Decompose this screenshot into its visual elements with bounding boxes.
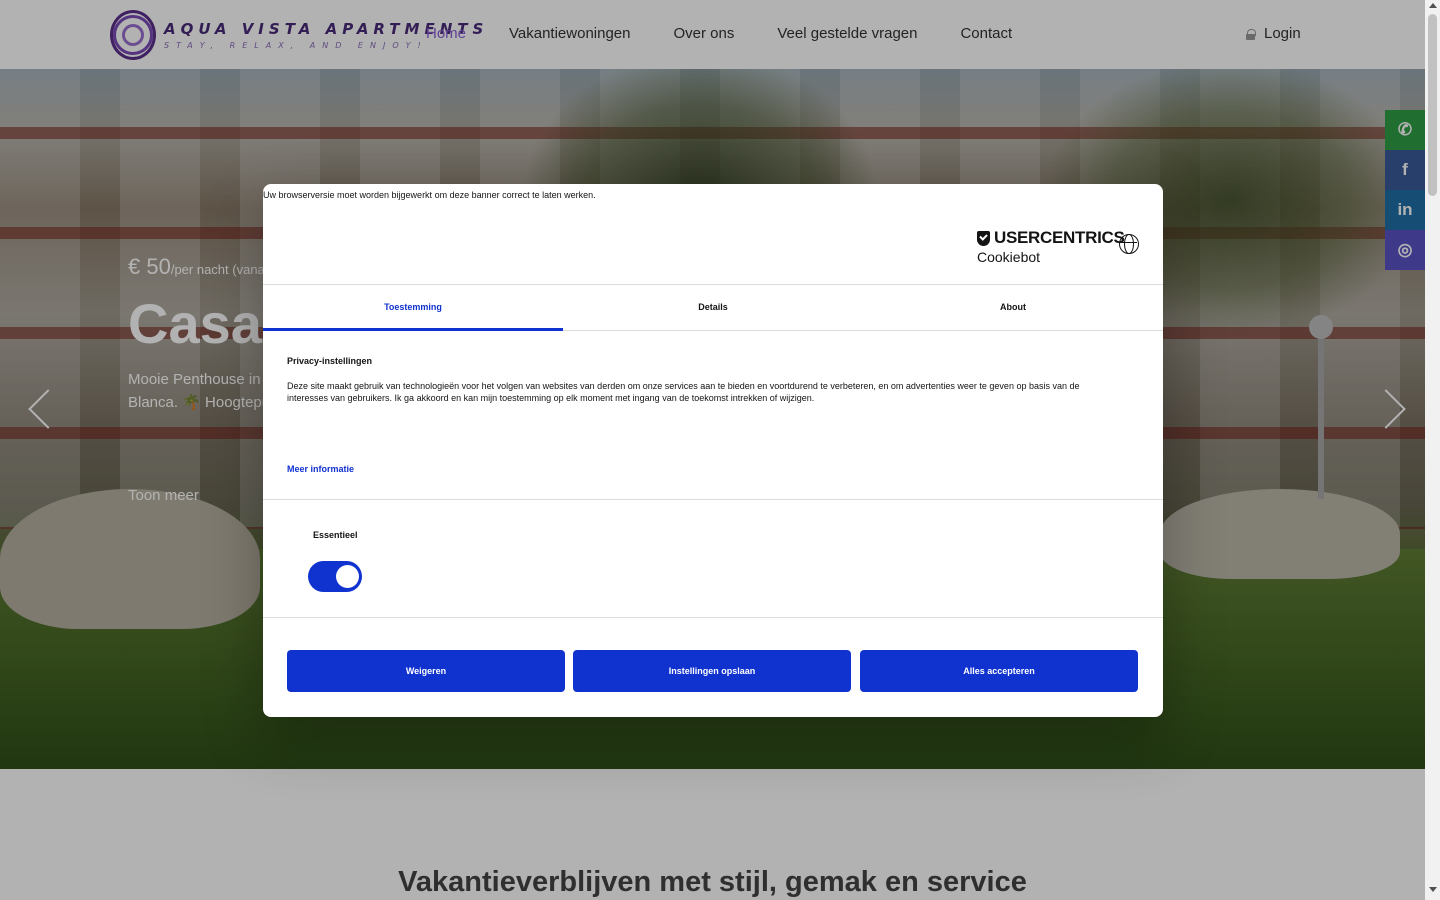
brand-text: USERCENTRICS	[994, 228, 1125, 247]
product-name: Cookiebot	[977, 249, 1041, 265]
tab-toestemming[interactable]: Toestemming	[263, 285, 563, 331]
cookie-dialog: Uw browserversie moet worden bijgewerkt …	[263, 184, 1163, 717]
deny-button[interactable]: Weigeren	[287, 650, 565, 692]
globe-icon[interactable]	[1119, 234, 1139, 254]
tab-details[interactable]: Details	[563, 285, 863, 330]
scroll-up-icon[interactable]	[1429, 3, 1437, 8]
page-scrollbar[interactable]	[1425, 0, 1440, 900]
more-info-link[interactable]: Meer informatie	[287, 464, 354, 474]
save-settings-button[interactable]: Instellingen opslaan	[573, 650, 851, 692]
scroll-thumb[interactable]	[1428, 14, 1437, 196]
browser-warning: Uw browserversie moet worden bijgewerkt …	[263, 190, 596, 200]
essential-label: Essentieel	[313, 530, 358, 540]
cookie-tabs: Toestemming Details About	[263, 284, 1163, 331]
essential-toggle[interactable]	[308, 561, 362, 592]
privacy-text: Deze site maakt gebruik van technologieë…	[287, 381, 1080, 403]
toggle-knob	[336, 565, 359, 588]
divider	[263, 617, 1163, 618]
scroll-down-icon[interactable]	[1429, 887, 1437, 892]
accept-all-button[interactable]: Alles accepteren	[860, 650, 1138, 692]
cookiebot-logo: USERCENTRICS Cookiebot	[977, 228, 1125, 265]
divider	[263, 499, 1163, 500]
usercentrics-brand: USERCENTRICS	[977, 228, 1125, 248]
tab-about[interactable]: About	[863, 285, 1163, 330]
shield-icon	[977, 230, 990, 246]
privacy-title: Privacy-instellingen	[287, 356, 373, 366]
